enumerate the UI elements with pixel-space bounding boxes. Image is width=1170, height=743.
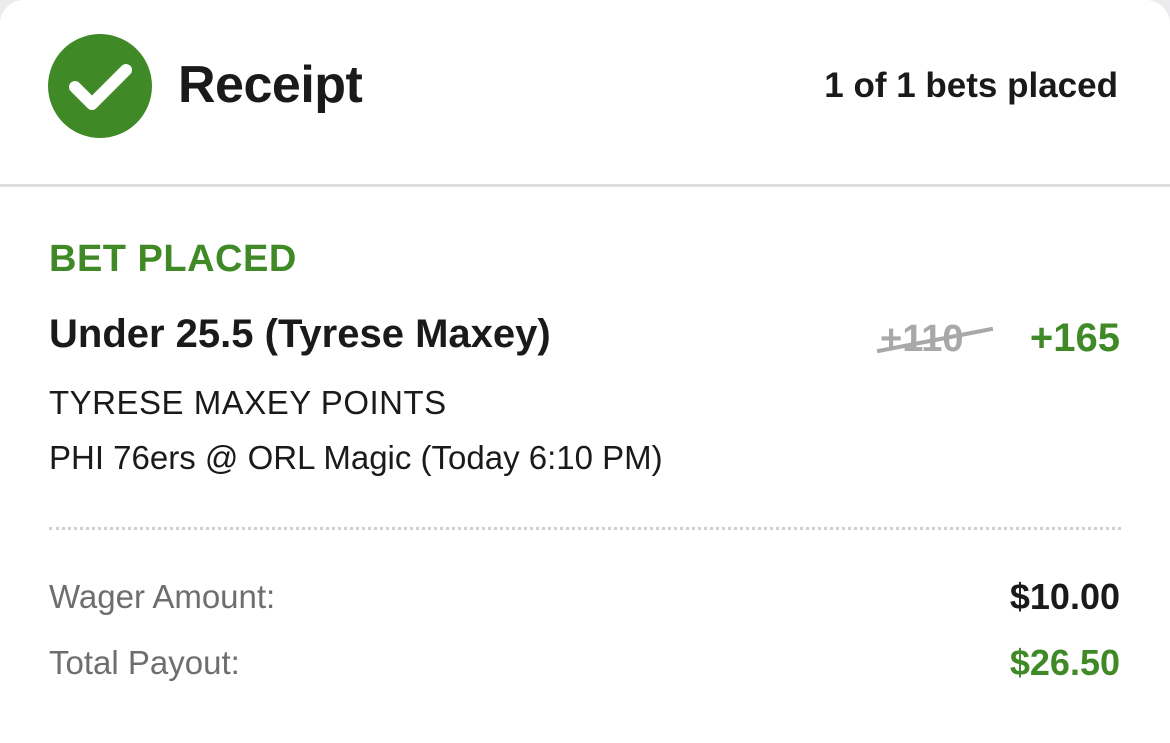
bet-status: BET PLACED bbox=[49, 238, 297, 280]
bet-market: TYRESE MAXEY POINTS bbox=[49, 384, 447, 421]
page-title: Receipt bbox=[178, 56, 363, 114]
wager-amount-label: Wager Amount: bbox=[49, 578, 276, 615]
total-payout-value: $26.50 bbox=[1009, 642, 1120, 683]
wager-amount-value: $10.00 bbox=[1009, 576, 1120, 617]
dotted-divider bbox=[49, 527, 1121, 530]
receipt-card: Receipt 1 of 1 bets placed BET PLACED Un… bbox=[0, 0, 1170, 743]
bet-selection: Under 25.5 (Tyrese Maxey) bbox=[49, 312, 551, 356]
check-circle-icon bbox=[48, 34, 152, 138]
bets-placed-count: 1 of 1 bets placed bbox=[824, 66, 1118, 105]
original-odds: +110 bbox=[876, 318, 994, 361]
receipt-header: Receipt 1 of 1 bets placed bbox=[0, 0, 1170, 187]
total-payout-label: Total Payout: bbox=[49, 644, 240, 681]
event-info: PHI 76ers @ ORL Magic (Today 6:10 PM) bbox=[49, 439, 663, 476]
boosted-odds: +165 bbox=[1029, 316, 1120, 360]
original-odds-value: +110 bbox=[880, 318, 964, 360]
receipt-screen: Receipt 1 of 1 bets placed BET PLACED Un… bbox=[0, 0, 1170, 743]
